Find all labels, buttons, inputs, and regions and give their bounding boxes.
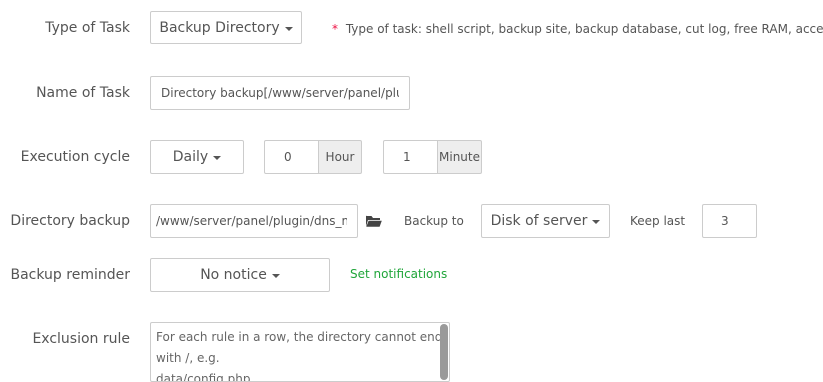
folder-open-icon[interactable] — [366, 213, 382, 227]
name-of-task-label: Name of Task — [36, 85, 130, 101]
task-type-hint: * Type of task: shell script, backup sit… — [332, 21, 823, 37]
exclusion-rule-textarea[interactable]: For each rule in a row, the directory ca… — [150, 322, 450, 382]
caret-down-icon — [271, 274, 280, 278]
placeholder-line-1: For each rule in a row, the directory ca… — [156, 330, 443, 344]
task-type-select[interactable]: Backup Directory — [150, 11, 302, 44]
directory-backup-label: Directory backup — [10, 213, 130, 229]
exclusion-rule-placeholder: For each rule in a row, the directory ca… — [151, 323, 449, 382]
type-of-task-label: Type of Task — [45, 20, 130, 36]
caret-down-icon — [284, 26, 293, 31]
backup-to-label: Backup to — [404, 214, 464, 228]
hour-input[interactable] — [264, 140, 319, 174]
exclusion-rule-label: Exclusion rule — [32, 331, 130, 347]
backup-reminder-label: Backup reminder — [10, 267, 131, 283]
caret-down-icon — [592, 220, 601, 224]
keep-last-label: Keep last — [630, 214, 686, 228]
hour-addon: Hour — [319, 140, 362, 174]
required-star: * — [332, 22, 338, 36]
backup-reminder-select[interactable]: No notice — [150, 258, 330, 292]
minute-input[interactable] — [383, 140, 438, 174]
backup-to-select[interactable]: Disk of server — [481, 204, 610, 238]
backup-reminder-value: No notice — [200, 267, 267, 283]
execution-cycle-label: Execution cycle — [20, 149, 130, 165]
cycle-period-select[interactable]: Daily — [150, 140, 244, 174]
caret-down-icon — [213, 156, 222, 160]
cycle-period-value: Daily — [172, 149, 209, 165]
keep-last-input[interactable] — [702, 204, 757, 238]
textarea-scrollbar[interactable] — [440, 324, 448, 380]
directory-path-input[interactable] — [150, 204, 358, 238]
set-notifications-link[interactable]: Set notifications — [350, 267, 447, 281]
minute-addon: Minute — [438, 140, 482, 174]
backup-to-value: Disk of server — [490, 213, 588, 229]
placeholder-line-3: data/config.php — [156, 372, 251, 382]
task-type-select-value: Backup Directory — [159, 19, 280, 36]
task-name-input[interactable] — [150, 76, 410, 110]
placeholder-line-2: with /, e.g. — [156, 351, 220, 365]
task-type-hint-text: Type of task: shell script, backup site,… — [345, 22, 823, 36]
